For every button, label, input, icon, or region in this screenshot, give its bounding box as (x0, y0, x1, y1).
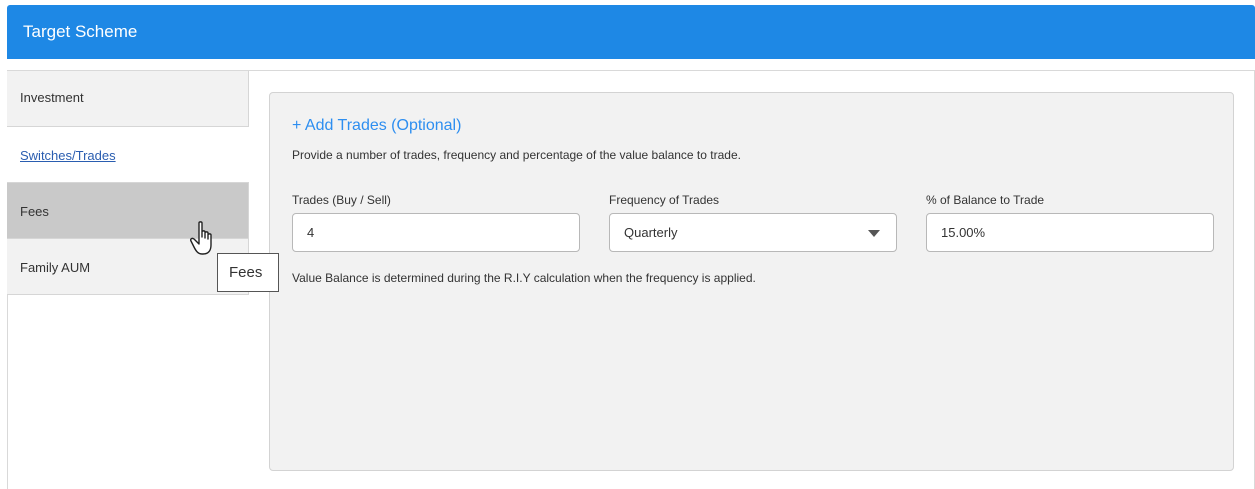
sidebar-item-label: Investment (20, 90, 84, 105)
tooltip: Fees (217, 253, 279, 292)
frequency-select[interactable]: Quarterly (609, 213, 897, 252)
hand-pointer-icon (190, 221, 212, 255)
frequency-value: Quarterly (624, 225, 678, 240)
tooltip-text: Fees (229, 264, 263, 281)
sidebar-item-label: Family AUM (20, 260, 91, 275)
add-trades-link[interactable]: + Add Trades (Optional) (292, 117, 461, 135)
trades-description: Provide a number of trades, frequency an… (292, 148, 741, 162)
sidebar-item-investment[interactable]: Investment (7, 71, 249, 127)
sidebar-item-label: Switches/Trades (20, 148, 116, 163)
trades-count-value: 4 (307, 225, 315, 240)
sidebar-item-label: Fees (20, 204, 49, 219)
sidebar-item-switches-trades[interactable]: Switches/Trades (7, 127, 249, 183)
panel-title: Target Scheme (23, 22, 138, 41)
trades-section: + Add Trades (Optional) Provide a number… (269, 92, 1234, 471)
value-balance-note: Value Balance is determined during the R… (292, 271, 756, 285)
panel-header: Target Scheme (7, 5, 1255, 59)
sidebar: Investment Switches/Trades Fees Family A… (7, 71, 249, 295)
balance-percent-label: % of Balance to Trade (926, 193, 1045, 207)
trades-count-input[interactable]: 4 (292, 213, 580, 252)
balance-percent-value: 15.00% (941, 225, 986, 240)
frequency-label: Frequency of Trades (609, 193, 720, 207)
trades-count-label: Trades (Buy / Sell) (292, 193, 391, 207)
balance-percent-input[interactable]: 15.00% (926, 213, 1214, 252)
caret-down-icon (868, 230, 880, 237)
